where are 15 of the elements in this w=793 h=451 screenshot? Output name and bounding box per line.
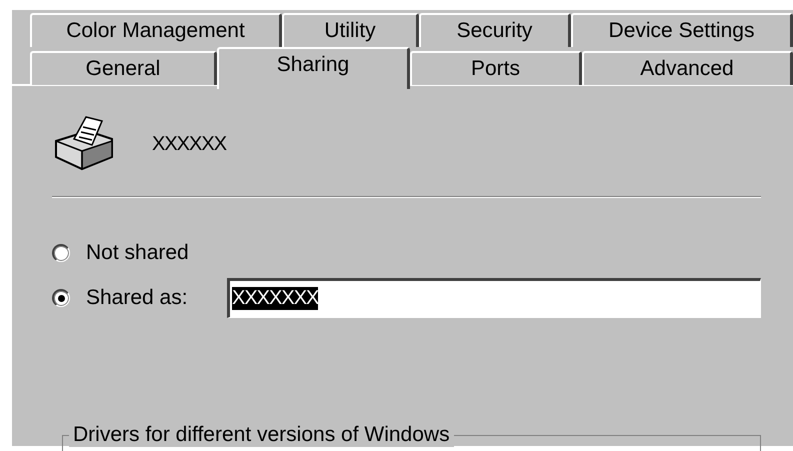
group-title: Drivers for different versions of Windows (69, 423, 454, 447)
tab[interactable]: General (30, 51, 217, 85)
radio-button[interactable] (52, 244, 70, 262)
radio-label: Shared as: (86, 286, 189, 310)
tab[interactable]: Sharing (217, 47, 410, 89)
tab[interactable]: Device Settings (571, 13, 793, 47)
tab[interactable]: Utility (282, 13, 419, 47)
tab[interactable]: Ports (410, 51, 582, 85)
printer-name: XXXXXX (152, 132, 226, 156)
tab[interactable]: Security (419, 13, 571, 47)
share-name-field[interactable]: XXXXXXX (227, 278, 761, 318)
radio-button[interactable] (52, 288, 70, 306)
tab[interactable]: Color Management (30, 13, 282, 47)
tab[interactable]: Advanced (582, 51, 793, 85)
radio-label: Not shared (86, 240, 190, 264)
